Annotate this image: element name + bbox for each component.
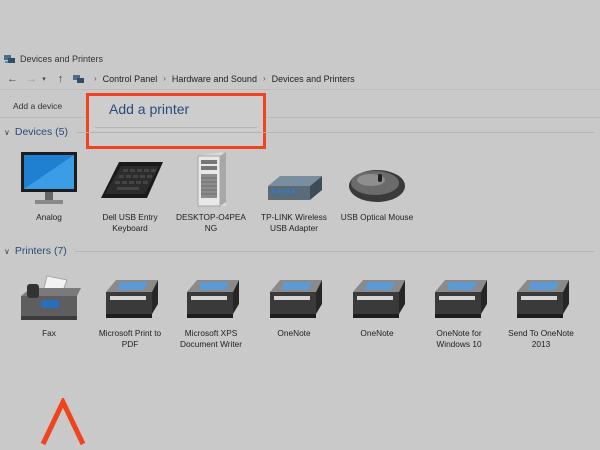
- printer-label: Fax: [42, 328, 56, 338]
- title-bar: Devices and Printers: [0, 0, 600, 68]
- printer-label: OneNote: [277, 328, 311, 338]
- add-printer-highlight: Add a printer: [86, 93, 266, 149]
- printer-item-onenote-1[interactable]: OneNote: [255, 274, 333, 339]
- device-label: Analog: [36, 212, 62, 222]
- device-label: USB Optical Mouse: [340, 212, 414, 222]
- device-label: DESKTOP-O4PEA NG: [176, 212, 246, 233]
- printer-item-onenote-2[interactable]: OneNote: [338, 274, 416, 339]
- devices-printers-app-icon: [4, 55, 15, 63]
- device-item-desktop[interactable]: DESKTOP-O4PEA NG: [172, 150, 250, 234]
- breadcrumb: › Control Panel › Hardware and Sound › D…: [73, 74, 355, 84]
- breadcrumb-separator: ›: [262, 74, 266, 83]
- printer-item-print-to-pdf[interactable]: Microsoft Print to PDF: [91, 274, 169, 350]
- usb-adapter-icon: [268, 176, 322, 200]
- printer-icon: [517, 280, 569, 318]
- device-item-keyboard[interactable]: Dell USB Entry Keyboard: [91, 150, 169, 234]
- desktop-tower-icon: [197, 152, 226, 207]
- printer-label: Microsoft Print to PDF: [98, 328, 162, 349]
- printer-icon: [187, 280, 239, 318]
- device-item-mouse[interactable]: USB Optical Mouse: [338, 150, 416, 223]
- chevron-down-icon[interactable]: ∨: [4, 247, 10, 256]
- control-panel-icon: [73, 74, 84, 83]
- printer-label: OneNote: [360, 328, 394, 338]
- add-printer-button[interactable]: Add a printer: [109, 101, 189, 117]
- keyboard-icon: [101, 162, 163, 198]
- devices-header-label: Devices (5): [14, 126, 68, 138]
- printer-icon: [353, 280, 405, 318]
- printer-item-fax[interactable]: Fax: [10, 274, 88, 339]
- printer-icon: [270, 280, 322, 318]
- address-bar: ← → ▾ ↑ › Control Panel › Hardware and S…: [0, 68, 600, 90]
- printer-icon: [435, 280, 487, 318]
- mouse-icon: [349, 170, 405, 202]
- breadcrumb-separator: ›: [163, 74, 166, 83]
- arrow-right-icon[interactable]: →: [25, 73, 38, 85]
- section-divider: [75, 131, 594, 133]
- fax-icon: [21, 275, 81, 320]
- chevron-down-icon[interactable]: ▾: [40, 75, 48, 83]
- breadcrumb-control-panel[interactable]: Control Panel: [103, 74, 158, 84]
- printer-label: OneNote for Windows 10: [436, 328, 482, 349]
- device-item-wireless-adapter[interactable]: TP-LINK Wireless USB Adapter: [255, 150, 333, 234]
- device-label: TP-LINK Wireless USB Adapter: [261, 212, 327, 233]
- arrow-left-icon[interactable]: ←: [6, 73, 19, 85]
- devices-section-header[interactable]: ∨ Devices (5): [4, 125, 594, 139]
- printer-icon: [106, 280, 158, 318]
- printer-label: Microsoft XPS Document Writer: [179, 328, 243, 349]
- printers-header-label: Printers (7): [14, 245, 67, 257]
- printers-section-header[interactable]: ∨ Printers (7): [4, 244, 594, 258]
- breadcrumb-hardware-sound[interactable]: Hardware and Sound: [172, 74, 257, 84]
- window-title: Devices and Printers: [20, 54, 104, 64]
- caret-up-icon: [40, 398, 86, 446]
- add-device-button[interactable]: Add a device: [13, 101, 62, 111]
- printer-label: Send To OneNote 2013: [508, 328, 574, 349]
- breadcrumb-devices-printers[interactable]: Devices and Printers: [272, 74, 355, 84]
- arrow-up-icon[interactable]: ↑: [54, 73, 67, 85]
- printer-item-send-to-onenote[interactable]: Send To OneNote 2013: [502, 274, 580, 350]
- printer-item-xps-writer[interactable]: Microsoft XPS Document Writer: [172, 274, 250, 350]
- device-item-analog[interactable]: Analog: [10, 150, 88, 223]
- monitor-icon: [21, 152, 77, 204]
- chevron-down-icon[interactable]: ∨: [4, 128, 10, 137]
- breadcrumb-separator: ›: [94, 74, 97, 83]
- printer-item-onenote-win10[interactable]: OneNote for Windows 10: [420, 274, 498, 350]
- section-divider: [74, 250, 594, 252]
- device-label: Dell USB Entry Keyboard: [102, 212, 158, 233]
